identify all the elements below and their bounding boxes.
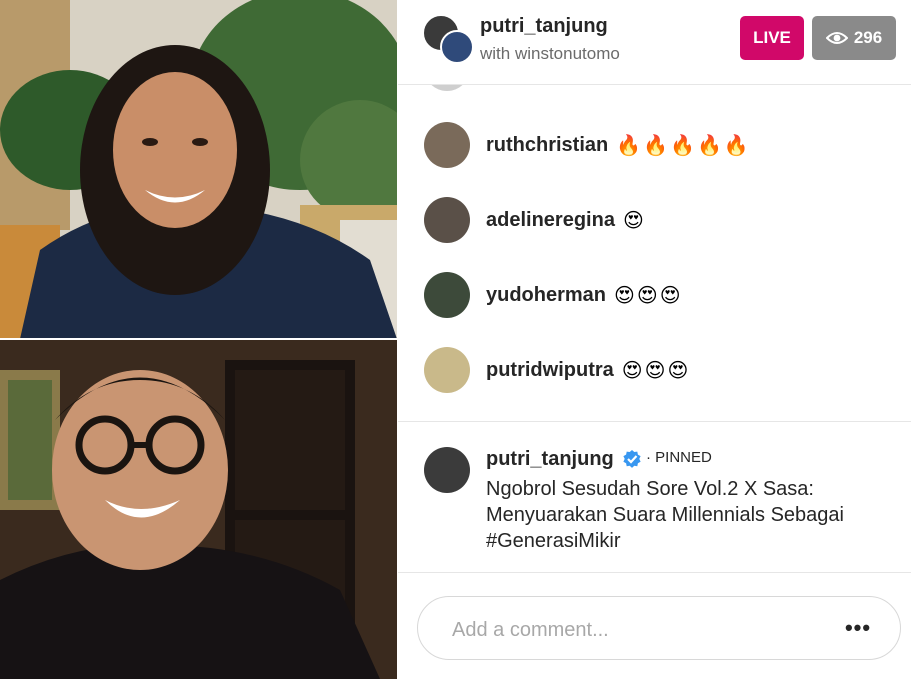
host-video-image — [0, 0, 397, 339]
pinned-label: · PINNED — [646, 449, 712, 466]
eye-icon — [825, 32, 848, 44]
viewer-count-badge[interactable]: 296 — [812, 16, 896, 60]
list-item: putridwiputra 😍😍😍 — [424, 346, 690, 394]
guest-video-image — [0, 340, 397, 679]
comment-username[interactable]: putridwiputra — [486, 359, 614, 382]
video-panel — [0, 0, 397, 679]
comment-username[interactable]: ruthchristian — [486, 134, 608, 157]
avatar[interactable] — [424, 272, 470, 318]
avatar[interactable] — [424, 447, 470, 493]
host-video — [0, 0, 397, 339]
host-username[interactable]: putri_tanjung — [480, 15, 608, 38]
avatar[interactable] — [424, 347, 470, 393]
scrolled-comment-avatar — [424, 85, 470, 91]
pinned-comment: putri_tanjung · PINNED Ngobrol Sesudah S… — [398, 421, 911, 573]
guest-video — [0, 340, 397, 679]
comment-text: 😍😍😍 — [614, 283, 683, 307]
viewer-count: 296 — [853, 28, 883, 47]
comment-text: 😍 — [622, 208, 646, 232]
avatar[interactable] — [424, 197, 470, 243]
pinned-username[interactable]: putri_tanjung — [486, 448, 614, 471]
comment-text: 🔥🔥🔥🔥🔥 — [616, 133, 751, 157]
comment-username[interactable]: adelineregina — [486, 209, 615, 232]
list-item: ruthchristian 🔥🔥🔥🔥🔥 — [424, 121, 751, 169]
live-header: putri_tanjung with winstonutomo LIVE 296 — [398, 0, 911, 85]
guest-avatar — [440, 30, 474, 64]
comment-composer: ••• — [417, 596, 901, 660]
comment-input[interactable] — [450, 613, 834, 647]
avatar[interactable] — [424, 122, 470, 168]
with-guest-text[interactable]: with winstonutomo — [480, 44, 620, 64]
host-avatars[interactable] — [422, 14, 474, 64]
live-badge: LIVE — [740, 16, 804, 60]
comment-username[interactable]: yudoherman — [486, 284, 606, 307]
chat-panel: putri_tanjung with winstonutomo LIVE 296… — [398, 0, 911, 679]
more-options-button[interactable]: ••• — [840, 611, 876, 645]
verified-badge-icon — [623, 450, 641, 468]
list-item: yudoherman 😍😍😍 — [424, 271, 683, 319]
comment-list[interactable]: ruthchristian 🔥🔥🔥🔥🔥 adelineregina 😍 yudo… — [398, 85, 911, 421]
pinned-text: Ngobrol Sesudah Sore Vol.2 X Sasa: Menyu… — [486, 478, 844, 552]
list-item: adelineregina 😍 — [424, 196, 646, 244]
comment-text: 😍😍😍 — [621, 358, 691, 382]
